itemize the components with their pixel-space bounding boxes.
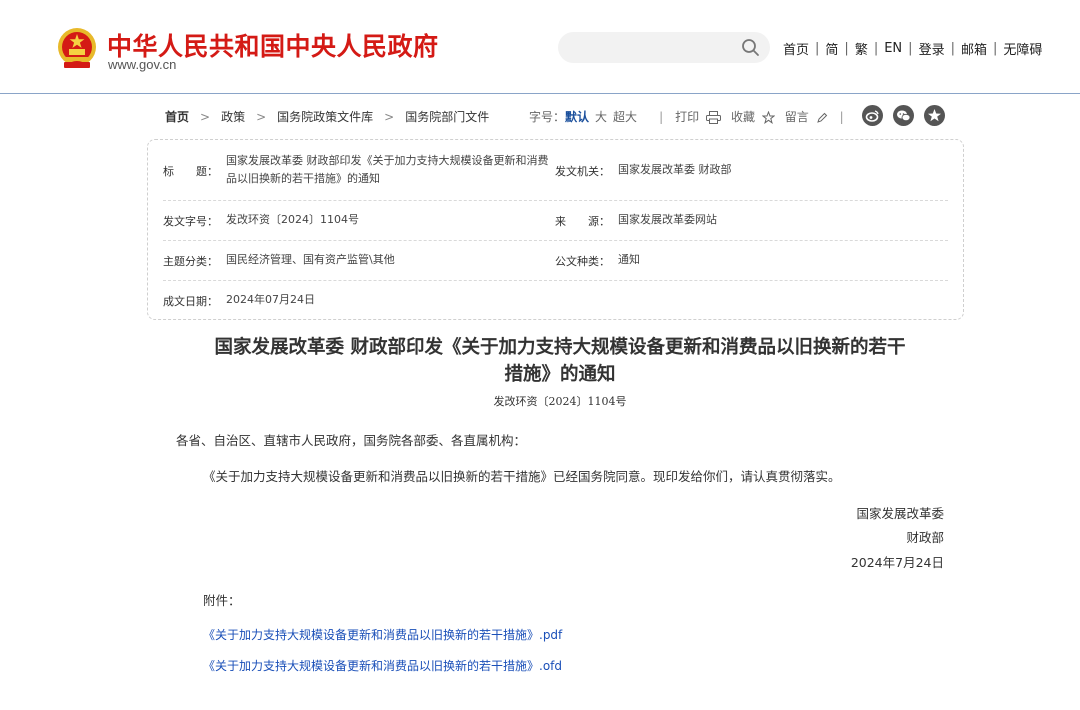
attachment-ofd-link[interactable]: 《关于加力支持大规模设备更新和消费品以旧换新的若干措施》.ofd — [203, 657, 562, 674]
share-favorite-button[interactable] — [924, 105, 945, 126]
signature-ndrc: 国家发展改革委 — [856, 506, 944, 521]
breadcrumb-policy[interactable]: 政策 — [221, 108, 245, 125]
page-tools: 字号： 默认 大 超大 | 打印 收藏 留言 | — [529, 108, 856, 125]
top-nav: 首页 | 简 | 繁 | EN | 登录 | 邮箱 | 无障碍 — [783, 39, 1042, 58]
share-wechat-button[interactable] — [893, 105, 914, 126]
nav-separator: | — [950, 41, 955, 56]
info-row-date: 成文日期： 2024年07月24日 — [163, 281, 948, 320]
article-doc-number: 发改环资〔2024〕1104号 — [493, 395, 627, 408]
chevron-right-icon: > — [384, 109, 395, 124]
salutation: 各省、自治区、直辖市人民政府，国务院各部委、各直属机构： — [176, 433, 527, 448]
source-value: 国家发展改革委网站 — [618, 213, 717, 226]
font-size-large[interactable]: 大 — [595, 108, 607, 125]
date-value: 2024年07月24日 — [226, 293, 315, 306]
source-label: 来 源： — [555, 215, 610, 228]
chevron-right-icon: > — [256, 109, 267, 124]
nav-login[interactable]: 登录 — [919, 39, 945, 58]
topic-value: 国民经济管理、国有资产监管\其他 — [226, 253, 395, 266]
doc-type-label: 公文种类： — [555, 255, 610, 268]
signature-mof: 财政部 — [906, 530, 944, 545]
title-label: 标 题： — [163, 165, 218, 178]
breadcrumb-department-docs[interactable]: 国务院部门文件 — [405, 108, 489, 125]
breadcrumb-policy-library[interactable]: 国务院政策文件库 — [277, 108, 373, 125]
breadcrumb-home[interactable]: 首页 — [165, 108, 189, 125]
share-weibo-button[interactable] — [862, 105, 883, 126]
nav-separator: | — [908, 41, 913, 56]
comment-label: 留言 — [784, 110, 809, 124]
national-emblem-icon[interactable] — [56, 27, 98, 71]
font-size-label: 字号： — [529, 110, 566, 124]
nav-accessibility[interactable]: 无障碍 — [1003, 39, 1042, 58]
nav-separator: | — [815, 41, 820, 56]
attachment-pdf-link[interactable]: 《关于加力支持大规模设备更新和消费品以旧换新的若干措施》.pdf — [203, 626, 562, 643]
print-button[interactable]: 打印 — [675, 108, 721, 125]
body-paragraph: 《关于加力支持大规模设备更新和消费品以旧换新的若干措施》已经国务院同意。现印发给… — [203, 469, 841, 484]
issuer-label: 发文机关： — [555, 165, 610, 178]
signature-date: 2024年7月24日 — [850, 555, 944, 570]
doc-no-value: 发改环资〔2024〕1104号 — [226, 213, 359, 226]
nav-separator: | — [844, 41, 849, 56]
breadcrumb: 首页 > 政策 > 国务院政策文件库 > 国务院部门文件 — [165, 108, 489, 125]
article-title-line: 国家发展改革委 财政部印发《关于加力支持大规模设备更新和消费品以旧换新的若干 — [214, 337, 906, 358]
print-label: 打印 — [675, 110, 700, 124]
tools-separator: | — [839, 109, 844, 124]
nav-separator: | — [992, 41, 998, 56]
doc-type-value: 通知 — [618, 253, 640, 266]
document-info-table: 标 题： 国家发展改革委 财政部印发《关于加力支持大规模设备更新和消费品以旧换新… — [147, 139, 964, 320]
pencil-icon — [816, 112, 827, 123]
favorite-button[interactable]: 收藏 — [731, 108, 775, 125]
info-row-docno: 发文字号： 发改环资〔2024〕1104号 来 源： 国家发展改革委网站 — [163, 201, 948, 241]
star-icon — [761, 111, 775, 124]
nav-simplified[interactable]: 简 — [825, 39, 838, 58]
tools-separator: | — [659, 109, 664, 124]
topic-label: 主题分类： — [163, 255, 218, 268]
favorite-star-icon — [928, 109, 941, 122]
favorite-label: 收藏 — [730, 110, 755, 124]
nav-mail[interactable]: 邮箱 — [961, 39, 987, 58]
title-value: 国家发展改革委 财政部印发《关于加力支持大规模设备更新和消费品以旧换新的若干措施… — [226, 154, 549, 185]
nav-traditional[interactable]: 繁 — [855, 39, 868, 58]
printer-icon — [705, 111, 721, 124]
attachments-label: 附件： — [203, 593, 241, 608]
chevron-right-icon: > — [200, 109, 211, 124]
nav-home[interactable]: 首页 — [783, 39, 809, 58]
wechat-icon — [897, 110, 911, 122]
site-domain: www.gov.cn — [108, 57, 177, 72]
site-header: 中华人民共和国中央人民政府 www.gov.cn 首页 | 简 | 繁 | EN… — [0, 0, 1080, 94]
font-size-default[interactable]: 默认 — [565, 108, 589, 125]
nav-english[interactable]: EN — [884, 41, 902, 56]
issuer-value: 国家发展改革委 财政部 — [618, 163, 732, 176]
article-title-line: 措施》的通知 — [504, 364, 616, 385]
comment-button[interactable]: 留言 — [785, 108, 828, 125]
search-input[interactable] — [558, 32, 770, 63]
search-icon[interactable] — [741, 38, 760, 57]
info-row-title: 标 题： 国家发展改革委 财政部印发《关于加力支持大规模设备更新和消费品以旧换新… — [163, 140, 948, 201]
date-label: 成文日期： — [163, 295, 218, 308]
nav-separator: | — [873, 41, 879, 56]
doc-no-label: 发文字号： — [163, 215, 218, 228]
font-size-xlarge[interactable]: 超大 — [613, 108, 637, 125]
article-title: 国家发展改革委 财政部印发《关于加力支持大规模设备更新和消费品以旧换新的若干 措… — [150, 334, 970, 388]
weibo-icon — [865, 110, 879, 122]
info-row-topic: 主题分类： 国民经济管理、国有资产监管\其他 公文种类： 通知 — [163, 241, 948, 281]
